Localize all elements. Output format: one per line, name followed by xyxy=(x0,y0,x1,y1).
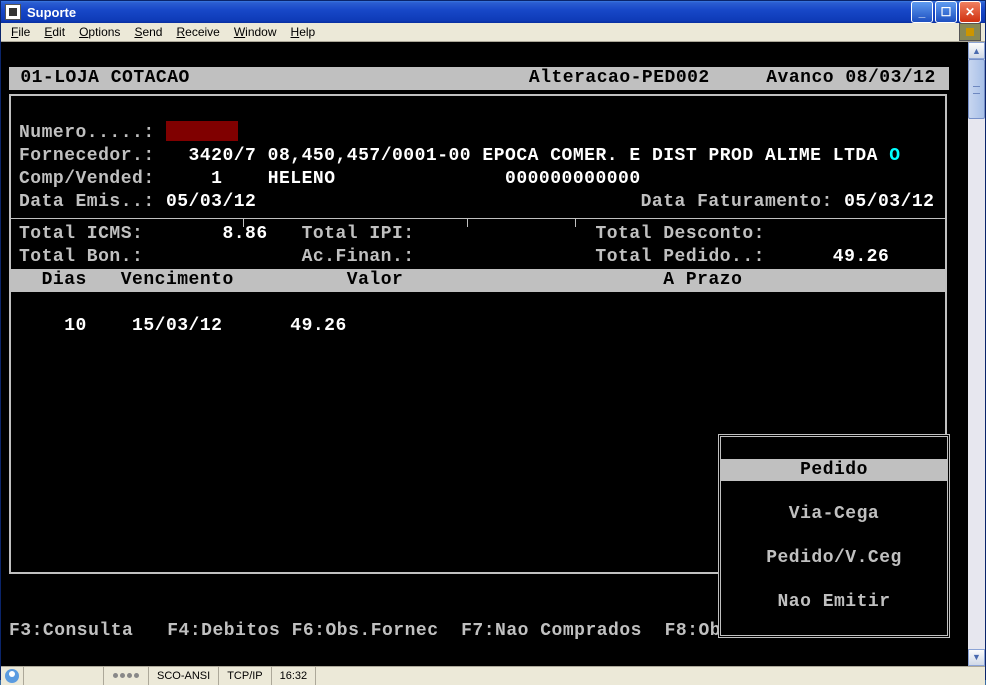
header-center: Alteracao-PED002 xyxy=(529,68,710,88)
icms-label: Total ICMS: xyxy=(19,224,143,244)
status-mode: SCO-ANSI xyxy=(149,667,219,685)
scroll-thumb[interactable] xyxy=(968,59,985,119)
menu-edit[interactable]: Edit xyxy=(38,23,71,41)
bon-label: Total Bon.: xyxy=(19,247,143,267)
close-button[interactable]: ✕ xyxy=(959,1,981,23)
icms-value: 8.86 xyxy=(222,224,267,244)
popup-menu: Pedido Via-Cega Pedido/V.Ceg Nao Emitir xyxy=(718,434,950,638)
status-leds xyxy=(104,667,149,685)
datafat-label: Data Faturamento: xyxy=(641,192,844,212)
scroll-track[interactable] xyxy=(968,59,985,649)
app-icon xyxy=(5,4,21,20)
popup-via-cega[interactable]: Via-Cega xyxy=(721,503,947,525)
menubar: File Edit Options Send Receive Window He… xyxy=(1,23,985,42)
table-row[interactable]: 10 15/03/12 49.26 xyxy=(19,316,347,336)
menu-receive[interactable]: Receive xyxy=(170,23,225,41)
window-controls: _ ☐ ✕ xyxy=(911,1,981,23)
titlebar[interactable]: Suporte _ ☐ ✕ xyxy=(1,1,985,23)
dataemis-value: 05/03/12 xyxy=(166,192,256,212)
f6-key[interactable]: F6:Obs.Fornec xyxy=(292,621,439,641)
popup-pedido[interactable]: Pedido xyxy=(721,459,947,481)
divider-1 xyxy=(11,218,945,219)
status-spacer xyxy=(316,667,985,685)
header-left: 01-LOJA COTACAO xyxy=(20,68,190,88)
scrollbar[interactable]: ▲ ▼ xyxy=(968,42,985,666)
popup-pedido-vceg[interactable]: Pedido/V.Ceg xyxy=(721,547,947,569)
numero-input[interactable] xyxy=(166,121,238,141)
scroll-up-button[interactable]: ▲ xyxy=(968,42,985,59)
fornecedor-cnpj: 08,450,457/0001-00 xyxy=(268,146,471,166)
col-venc: Vencimento xyxy=(121,270,234,290)
scroll-down-button[interactable]: ▼ xyxy=(968,649,985,666)
row-dias: 10 xyxy=(64,316,87,336)
status-conn: TCP/IP xyxy=(219,667,271,685)
menu-window[interactable]: Window xyxy=(228,23,283,41)
acfin-label: Ac.Finan.: xyxy=(302,247,415,267)
menubar-logo-icon xyxy=(959,23,981,41)
pedido-label: Total Pedido..: xyxy=(595,247,765,267)
f7-key[interactable]: F7:Nao Comprados xyxy=(461,621,642,641)
compvend-zeros: 000000000000 xyxy=(505,169,641,189)
popup-nao-emitir[interactable]: Nao Emitir xyxy=(721,591,947,613)
pedido-value: 49.26 xyxy=(833,247,890,267)
statusbar: SCO-ANSI TCP/IP 16:32 xyxy=(1,666,985,685)
status-time: 16:32 xyxy=(272,667,317,685)
col-valor: Valor xyxy=(347,270,404,290)
fornecedor-name: EPOCA COMER. E DIST PROD ALIME LTDA xyxy=(482,146,878,166)
header-row: 01-LOJA COTACAO Alteracao-PED002 Avanco … xyxy=(9,67,949,90)
app-window: Suporte _ ☐ ✕ File Edit Options Send Rec… xyxy=(0,0,986,680)
minimize-button[interactable]: _ xyxy=(911,1,933,23)
f3-key[interactable]: F3:Consulta xyxy=(9,621,133,641)
desc-label: Total Desconto: xyxy=(595,224,765,244)
ipi-label: Total IPI: xyxy=(302,224,415,244)
datafat-value: 05/03/12 xyxy=(844,192,934,212)
col-prazo: A Prazo xyxy=(663,270,742,290)
fornecedor-code: 3420/7 xyxy=(189,146,257,166)
row-valor: 49.26 xyxy=(290,316,347,336)
header-right: Avanco 08/03/12 xyxy=(766,68,936,88)
column-headers: Dias Vencimento Valor A Prazo xyxy=(11,269,945,292)
window-title: Suporte xyxy=(27,5,911,20)
f4-key[interactable]: F4:Debitos xyxy=(167,621,280,641)
compvend-code: 1 xyxy=(211,169,222,189)
row-venc: 15/03/12 xyxy=(132,316,222,336)
menu-options[interactable]: Options xyxy=(73,23,126,41)
status-icon-cell xyxy=(1,667,24,685)
maximize-button[interactable]: ☐ xyxy=(935,1,957,23)
fornecedor-flag: O xyxy=(889,146,900,166)
connection-icon xyxy=(5,669,19,683)
fornecedor-label: Fornecedor.: xyxy=(19,146,166,166)
menu-file[interactable]: File xyxy=(5,23,36,41)
col-dias: Dias xyxy=(42,270,87,290)
status-blank xyxy=(24,667,104,685)
menu-send[interactable]: Send xyxy=(128,23,168,41)
dataemis-label: Data Emis..: xyxy=(19,192,166,212)
menu-help[interactable]: Help xyxy=(285,23,322,41)
terminal[interactable]: 01-LOJA COTACAO Alteracao-PED002 Avanco … xyxy=(1,42,968,666)
terminal-area: 01-LOJA COTACAO Alteracao-PED002 Avanco … xyxy=(1,42,985,666)
numero-label: Numero.....: xyxy=(19,123,166,143)
compvend-name: HELENO xyxy=(268,169,336,189)
compvend-label: Comp/Vended: xyxy=(19,169,166,189)
